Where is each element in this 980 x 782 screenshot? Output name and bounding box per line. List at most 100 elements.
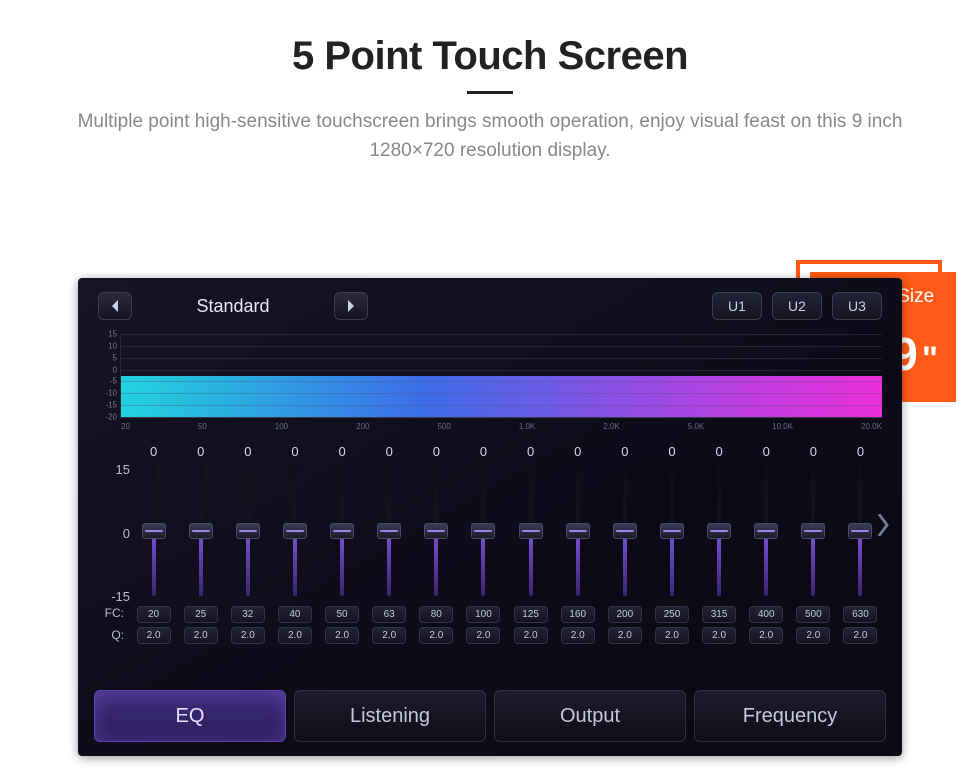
spectrum-x-tick: 20.0K <box>861 422 882 431</box>
slider-thumb[interactable] <box>801 523 825 539</box>
band-q-value[interactable]: 2.0 <box>655 627 689 644</box>
slider-thumb[interactable] <box>566 523 590 539</box>
more-bands-arrow[interactable] <box>876 514 890 542</box>
eq-band-11: 02502.0 <box>648 444 695 644</box>
slider-thumb[interactable] <box>519 523 543 539</box>
gridline <box>121 393 882 394</box>
band-slider[interactable] <box>717 466 721 596</box>
band-q-value[interactable]: 2.0 <box>137 627 171 644</box>
user-preset-1-button[interactable]: U1 <box>712 292 762 320</box>
band-slider[interactable] <box>576 466 580 596</box>
band-q-value[interactable]: 2.0 <box>749 627 783 644</box>
band-slider[interactable] <box>434 466 438 596</box>
band-fc-value[interactable]: 125 <box>514 606 548 623</box>
spectrum-x-tick: 500 <box>437 422 450 431</box>
band-fc-value[interactable]: 63 <box>372 606 406 623</box>
band-slider[interactable] <box>764 466 768 596</box>
band-q-value[interactable]: 2.0 <box>231 627 265 644</box>
slider-thumb[interactable] <box>471 523 495 539</box>
band-fc-value[interactable]: 20 <box>137 606 171 623</box>
eq-band-12: 0 315 2.0 <box>696 444 743 644</box>
band-q-value[interactable]: 2.0 <box>702 627 736 644</box>
tab-listening[interactable]: Listening <box>294 690 486 742</box>
band-q-value[interactable]: 2.0 <box>843 627 877 644</box>
slider-thumb[interactable] <box>142 523 166 539</box>
band-q-value[interactable]: 2.0 <box>278 627 312 644</box>
eq-band-2: 0 32 2.0 <box>224 444 271 644</box>
slider-thumb[interactable] <box>189 523 213 539</box>
scale-max: 15 <box>96 462 130 477</box>
slider-thumb[interactable] <box>236 523 260 539</box>
band-q-value[interactable]: 2.0 <box>419 627 453 644</box>
band-fc-value[interactable]: 40 <box>278 606 312 623</box>
gridline <box>121 346 882 347</box>
band-slider[interactable] <box>481 466 485 596</box>
band-fc-value[interactable]: 80 <box>419 606 453 623</box>
tab-frequency[interactable]: Frequency <box>694 690 886 742</box>
band-fc-value[interactable]: 50 <box>325 606 359 623</box>
eq-band-7: 01002.0 <box>460 444 507 644</box>
band-slider[interactable] <box>293 466 297 596</box>
slider-thumb[interactable] <box>660 523 684 539</box>
band-fc-value[interactable]: 630 <box>843 606 877 623</box>
slider-thumb[interactable] <box>613 523 637 539</box>
slider-thumb[interactable] <box>848 523 872 539</box>
preset-prev-button[interactable] <box>98 292 132 320</box>
band-slider[interactable] <box>623 466 627 596</box>
band-value: 0 <box>715 444 722 462</box>
band-value: 0 <box>763 444 770 462</box>
band-q-value[interactable]: 2.0 <box>514 627 548 644</box>
spectrum-x-tick: 1.0K <box>519 422 535 431</box>
preset-next-button[interactable] <box>334 292 368 320</box>
band-fc-value[interactable]: 25 <box>184 606 218 623</box>
band-q-value[interactable]: 2.0 <box>466 627 500 644</box>
eq-band-1: 0252.0 <box>177 444 224 644</box>
band-slider[interactable] <box>529 466 533 596</box>
band-slider[interactable] <box>199 466 203 596</box>
band-fc-value[interactable]: 250 <box>655 606 689 623</box>
band-q-value[interactable]: 2.0 <box>796 627 830 644</box>
band-q-value[interactable]: 2.0 <box>184 627 218 644</box>
user-preset-2-button[interactable]: U2 <box>772 292 822 320</box>
page-title: 5 Point Touch Screen <box>0 34 980 79</box>
band-slider[interactable] <box>858 466 862 596</box>
band-slider[interactable] <box>670 466 674 596</box>
band-q-value[interactable]: 2.0 <box>608 627 642 644</box>
band-slider[interactable] <box>152 466 156 596</box>
title-underline <box>467 91 513 94</box>
slider-thumb[interactable] <box>707 523 731 539</box>
band-fc-value[interactable]: 200 <box>608 606 642 623</box>
band-fc-value[interactable]: 160 <box>561 606 595 623</box>
spectrum-y-tick: -5 <box>99 377 117 386</box>
band-slider[interactable] <box>387 466 391 596</box>
eq-slider-area: 15 0 -15 0202.00252.00322.00402.00502.00… <box>96 444 884 644</box>
band-fc-value[interactable]: 100 <box>466 606 500 623</box>
tab-output[interactable]: Output <box>494 690 686 742</box>
gridline <box>121 370 882 371</box>
band-slider[interactable] <box>340 466 344 596</box>
spectrum-y-tick: 5 <box>99 353 117 362</box>
slider-thumb[interactable] <box>330 523 354 539</box>
band-value: 0 <box>291 444 298 462</box>
slider-thumb[interactable] <box>424 523 448 539</box>
band-fc-value[interactable]: 500 <box>796 606 830 623</box>
spectrum-y-tick: 10 <box>99 341 117 350</box>
band-q-value[interactable]: 2.0 <box>325 627 359 644</box>
band-q-value[interactable]: 2.0 <box>372 627 406 644</box>
slider-thumb[interactable] <box>377 523 401 539</box>
band-fc-value[interactable]: 315 <box>702 606 736 623</box>
eq-app-screen: Standard U1 U2 U3 20501002005001.0K2.0K5… <box>78 278 902 756</box>
slider-thumb[interactable] <box>754 523 778 539</box>
tab-eq[interactable]: EQ <box>94 690 286 742</box>
band-slider[interactable] <box>811 466 815 596</box>
band-value: 0 <box>810 444 817 462</box>
chevron-right-icon <box>876 514 890 536</box>
band-fc-value[interactable]: 32 <box>231 606 265 623</box>
band-fc-value[interactable]: 400 <box>749 606 783 623</box>
user-preset-3-button[interactable]: U3 <box>832 292 882 320</box>
band-value: 0 <box>244 444 251 462</box>
band-slider[interactable] <box>246 466 250 596</box>
preset-name[interactable]: Standard <box>138 296 328 317</box>
slider-thumb[interactable] <box>283 523 307 539</box>
band-q-value[interactable]: 2.0 <box>561 627 595 644</box>
